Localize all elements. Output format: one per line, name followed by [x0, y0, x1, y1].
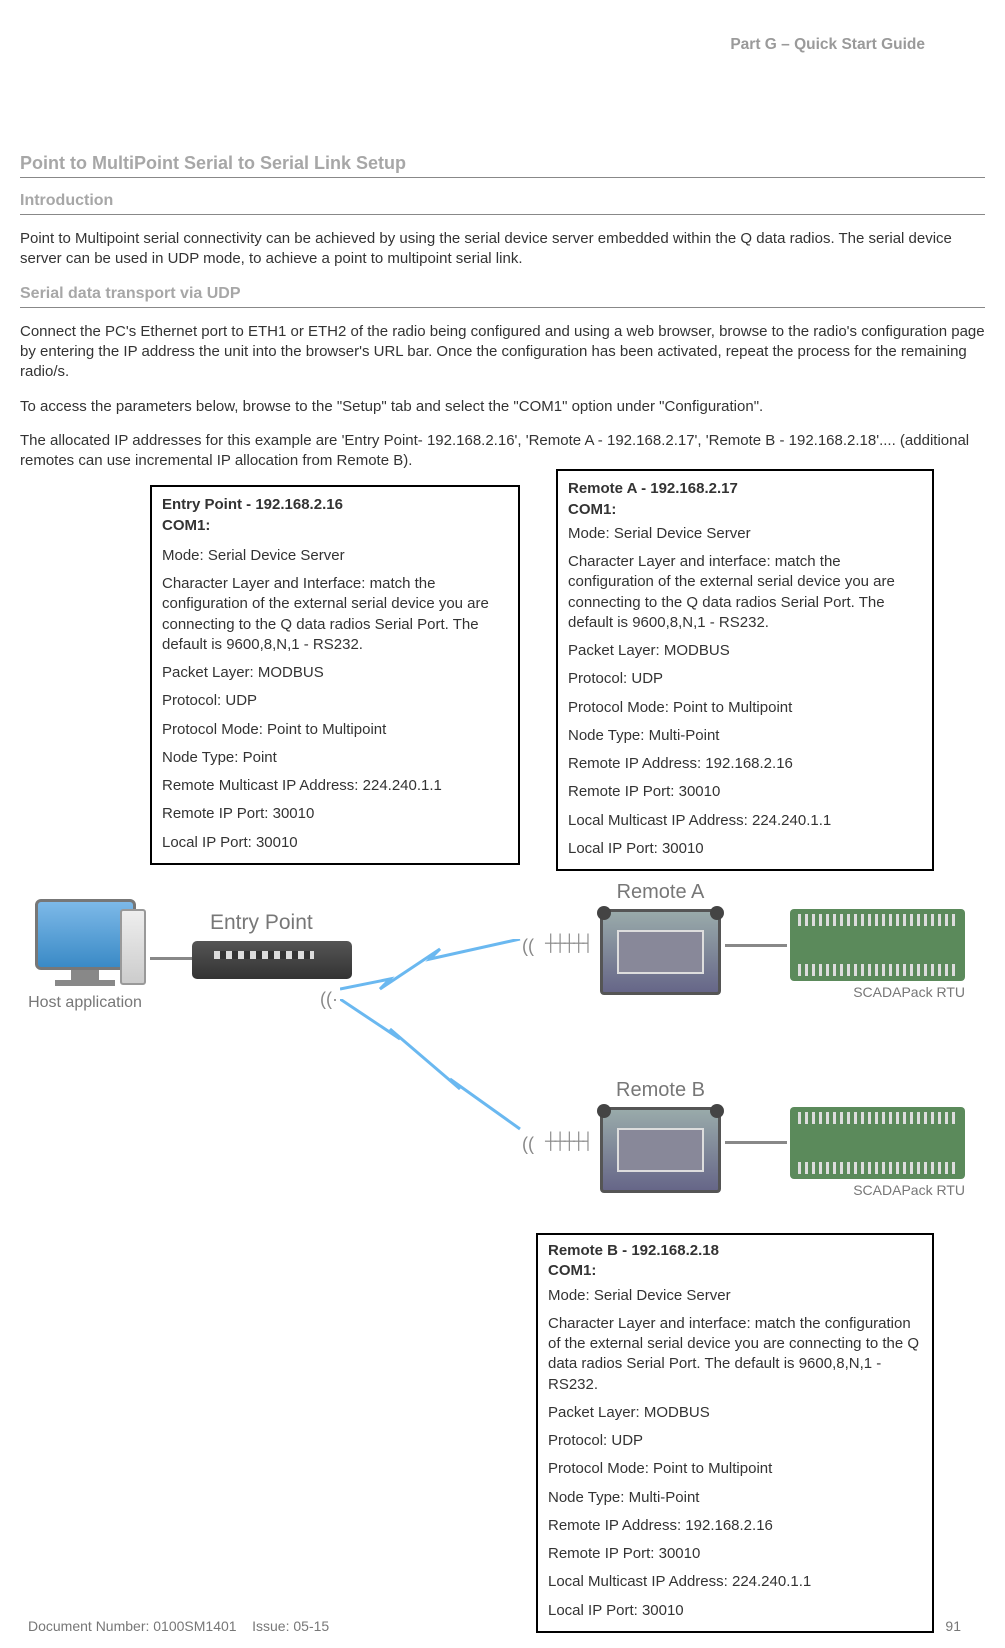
page-number: 91	[945, 1617, 961, 1636]
remote-b-config-box: Remote B - 192.168.2.18 COM1: Mode: Seri…	[536, 1233, 934, 1633]
ra-line: Protocol: UDP	[568, 669, 922, 689]
ep-line: Remote Multicast IP Address: 224.240.1.1	[162, 776, 508, 796]
rb-line: Protocol: UDP	[548, 1431, 922, 1451]
ep-line: Mode: Serial Device Server	[162, 546, 508, 566]
section-introduction: Introduction	[20, 190, 985, 215]
rtu-b-group: SCADAPack RTU	[790, 1107, 965, 1200]
entry-point-device-icon	[192, 941, 352, 979]
rtu-device-icon	[790, 909, 965, 981]
ra-line: Node Type: Multi-Point	[568, 726, 922, 746]
wifi-icon: ((	[522, 1132, 534, 1156]
remote-a-config-box: Remote A - 192.168.2.17 COM1: Mode: Seri…	[556, 469, 934, 871]
ra-line: Local IP Port: 30010	[568, 839, 922, 859]
rb-line: Local Multicast IP Address: 224.240.1.1	[548, 1572, 922, 1592]
ra-title: Remote A - 192.168.2.17	[568, 479, 922, 499]
part-header: Part G – Quick Start Guide	[20, 35, 985, 56]
host-application-icon: Host application	[20, 899, 150, 1014]
ra-line: Local Multicast IP Address: 224.240.1.1	[568, 811, 922, 831]
wifi-icon: ((·	[320, 987, 338, 1011]
entry-point-label: Entry Point	[210, 909, 313, 937]
ep-line: Remote IP Port: 30010	[162, 804, 508, 824]
para-connect: Connect the PC's Ethernet port to ETH1 o…	[20, 322, 985, 383]
antenna-icon: ┼┼┼┼┤	[545, 933, 592, 955]
radio-device-icon	[600, 1107, 721, 1193]
ra-line: Character Layer and interface: match the…	[568, 552, 922, 633]
rb-subtitle: COM1:	[548, 1261, 922, 1281]
ra-line: Packet Layer: MODBUS	[568, 641, 922, 661]
ep-line: Protocol: UDP	[162, 691, 508, 711]
rtu-label: SCADAPack RTU	[790, 983, 965, 1002]
para-ip-alloc: The allocated IP addresses for this exam…	[20, 431, 985, 472]
wifi-icon: ((	[522, 934, 534, 958]
para-setup: To access the parameters below, browse t…	[20, 397, 985, 417]
radio-device-icon	[600, 909, 721, 995]
remote-b-group: Remote B	[600, 1077, 721, 1193]
section-serial-udp: Serial data transport via UDP	[20, 283, 985, 308]
rb-line: Packet Layer: MODBUS	[548, 1403, 922, 1423]
ep-subtitle: COM1:	[162, 516, 508, 536]
ep-line: Local IP Port: 30010	[162, 833, 508, 853]
doc-number: Document Number: 0100SM1401	[28, 1618, 237, 1634]
rb-line: Character Layer and interface: match the…	[548, 1314, 922, 1395]
ra-line: Remote IP Port: 30010	[568, 782, 922, 802]
ep-line: Node Type: Point	[162, 748, 508, 768]
rtu-label: SCADAPack RTU	[790, 1181, 965, 1200]
rtu-a-group: SCADAPack RTU	[790, 909, 965, 1002]
entry-point-config-box: Entry Point - 192.168.2.16 COM1: Mode: S…	[150, 485, 520, 865]
intro-text: Point to Multipoint serial connectivity …	[20, 229, 985, 270]
page-footer: Document Number: 0100SM1401 Issue: 05-15…	[28, 1617, 961, 1636]
ra-line: Remote IP Address: 192.168.2.16	[568, 754, 922, 774]
ep-title: Entry Point - 192.168.2.16	[162, 495, 508, 515]
rb-line: Remote IP Port: 30010	[548, 1544, 922, 1564]
ra-line: Protocol Mode: Point to Multipoint	[568, 698, 922, 718]
ra-line: Mode: Serial Device Server	[568, 524, 922, 544]
topology-diagram: Host application Entry Point ((· (( ┼┼┼┼…	[20, 879, 985, 1229]
rb-title: Remote B - 192.168.2.18	[548, 1241, 922, 1261]
host-label: Host application	[20, 992, 150, 1014]
ep-line: Character Layer and Interface: match the…	[162, 574, 508, 655]
rtu-device-icon	[790, 1107, 965, 1179]
remote-b-label: Remote B	[600, 1077, 721, 1104]
rb-line: Remote IP Address: 192.168.2.16	[548, 1516, 922, 1536]
ra-subtitle: COM1:	[568, 500, 922, 520]
issue: Issue: 05-15	[252, 1618, 329, 1634]
rb-line: Node Type: Multi-Point	[548, 1488, 922, 1508]
page-title: Point to MultiPoint Serial to Serial Lin…	[20, 151, 985, 178]
remote-a-label: Remote A	[600, 879, 721, 906]
rb-line: Protocol Mode: Point to Multipoint	[548, 1459, 922, 1479]
rb-line: Mode: Serial Device Server	[548, 1286, 922, 1306]
antenna-icon: ┼┼┼┼┤	[545, 1131, 592, 1153]
ep-line: Protocol Mode: Point to Multipoint	[162, 720, 508, 740]
ep-line: Packet Layer: MODBUS	[162, 663, 508, 683]
remote-a-group: Remote A	[600, 879, 721, 995]
